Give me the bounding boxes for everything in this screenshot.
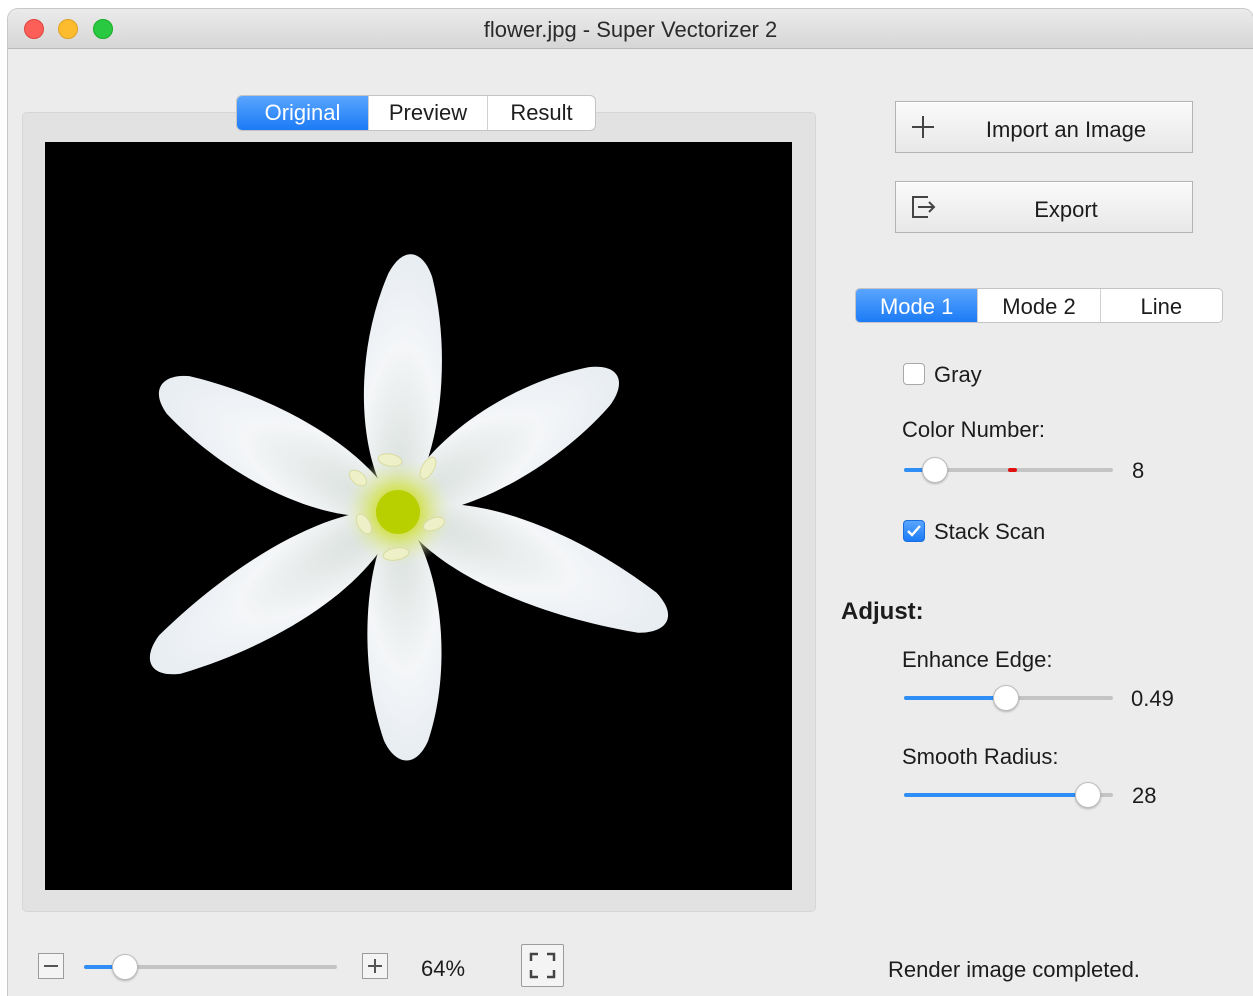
gray-checkbox[interactable] [903,363,925,385]
tab-result[interactable]: Result [488,96,595,130]
plus-icon [368,959,382,973]
fit-to-window-button[interactable] [521,944,564,987]
tab-original[interactable]: Original [237,96,369,130]
mode-1-button[interactable]: Mode 1 [856,289,979,322]
export-button[interactable]: Export [895,181,1193,233]
view-tabs: Original Preview Result [236,95,596,131]
smooth-radius-value: 28 [1132,783,1157,808]
fullscreen-icon [529,952,556,979]
adjust-heading: Adjust: [841,598,924,625]
color-number-label: Color Number: [902,417,1046,442]
enhance-edge-label: Enhance Edge: [902,647,1053,672]
enhance-edge-slider[interactable] [904,685,1113,711]
export-label: Export [1034,197,1098,222]
flower-image [149,254,668,761]
minus-icon [44,965,58,967]
zoom-level: 64% [421,956,466,981]
smooth-radius-label: Smooth Radius: [902,744,1059,769]
window-title: flower.jpg - Super Vectorizer 2 [483,17,778,42]
gray-label: Gray [934,362,982,387]
app-window: flower.jpg - Super Vectorizer 2 Original… [8,9,1253,996]
zoom-in-button[interactable] [362,953,388,979]
color-number-slider[interactable] [904,457,1113,483]
stack-scan-checkbox[interactable] [903,520,925,542]
stack-scan-label: Stack Scan [934,519,1046,544]
checkmark-icon [907,525,921,537]
import-image-label: Import an Image [985,117,1147,142]
slider-fill [904,696,1006,700]
line-mode-button[interactable]: Line [1101,289,1222,322]
slider-knob[interactable] [112,954,138,980]
slider-fill [904,793,1088,797]
slider-knob[interactable] [1075,782,1101,808]
color-number-value: 8 [1132,458,1145,483]
image-canvas[interactable] [45,142,792,890]
slider-knob[interactable] [922,457,948,483]
enhance-edge-value: 0.49 [1131,686,1174,711]
zoom-out-button[interactable] [38,953,64,979]
zoom-slider[interactable] [84,954,337,980]
mode-selector: Mode 1 Mode 2 Line [855,288,1223,323]
title-bar: flower.jpg - Super Vectorizer 2 [8,9,1253,49]
slider-marker [1008,468,1017,472]
tab-preview[interactable]: Preview [369,96,488,130]
slider-knob[interactable] [993,685,1019,711]
mode-2-button[interactable]: Mode 2 [978,289,1101,322]
smooth-radius-slider[interactable] [904,782,1113,808]
status-text: Render image completed. [888,957,1140,982]
import-image-button[interactable]: Import an Image [895,101,1193,153]
